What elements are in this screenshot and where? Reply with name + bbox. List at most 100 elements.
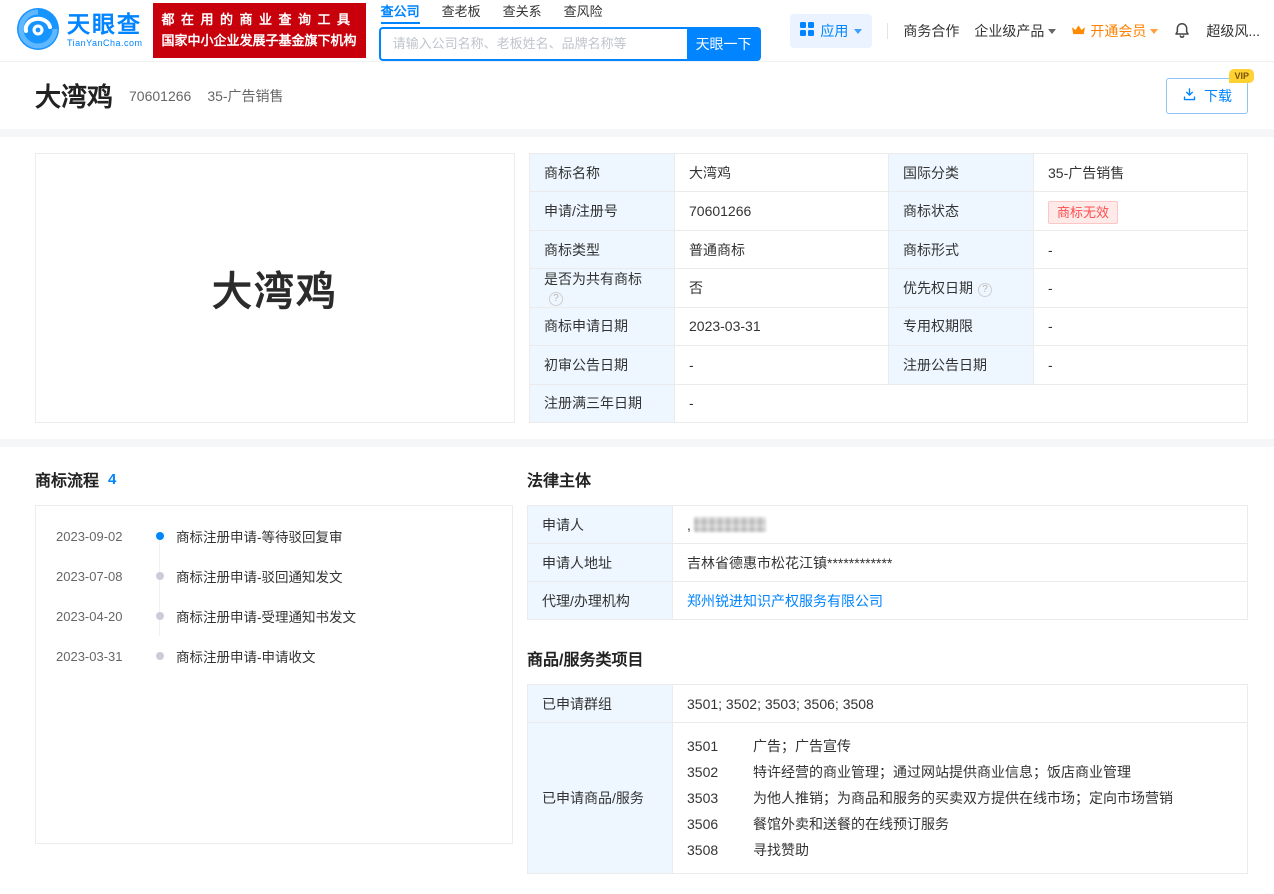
label-agency: 代理/办理机构 [528, 582, 673, 620]
chevron-down-icon [854, 29, 862, 34]
goods-services-table: 已申请群组 3501; 3502; 3503; 3506; 3508 已申请商品… [527, 684, 1248, 874]
nav-vip-label: 开通会员 [1090, 21, 1146, 41]
search-input[interactable] [379, 27, 687, 61]
apps-grid-icon [800, 22, 814, 39]
search-tab-boss[interactable]: 查老板 [442, 1, 481, 24]
table-row: 申请人地址 吉林省德惠市松花江镇************ [528, 544, 1248, 582]
goods-code: 3501 [687, 733, 753, 759]
label-three-year-date: 注册满三年日期 [530, 384, 675, 422]
timeline-text: 商标注册申请-等待驳回复审 [176, 526, 343, 546]
timeline-dot-icon [156, 572, 164, 580]
table-row: 是否为共有商标? 否 优先权日期? - [530, 269, 1248, 307]
search-tab-risk[interactable]: 查风险 [564, 1, 603, 24]
search-tabs: 查公司 查老板 查关系 查风险 [379, 1, 761, 24]
table-row: 已申请商品/服务 3501 广告；广告宣传 3502 特许经营的商业管理；通过网… [528, 723, 1248, 874]
label-priority-date: 优先权日期 [903, 280, 973, 296]
label-applicant-address: 申请人地址 [528, 544, 673, 582]
download-button[interactable]: 下载 VIP [1166, 78, 1248, 114]
search-block: 查公司 查老板 查关系 查风险 天眼一下 [379, 1, 761, 61]
lower-section: 商标流程 4 2023-09-02 商标注册申请-等待驳回复审 2023-07-… [0, 447, 1274, 894]
nav-enterprise-products[interactable]: 企业级产品 [974, 21, 1056, 41]
value-applicant-address: 吉林省德惠市松花江镇************ [673, 544, 1248, 582]
trademark-info-table: 商标名称 大湾鸡 国际分类 35-广告销售 申请/注册号 70601266 商标… [529, 153, 1248, 423]
table-row: 商标申请日期 2023-03-31 专用权期限 - [530, 307, 1248, 345]
timeline-item: 2023-03-31 商标注册申请-申请收文 [36, 646, 512, 666]
page-title-band: 大湾鸡 70601266 35-广告销售 下载 VIP [0, 62, 1274, 129]
section-divider [0, 129, 1274, 137]
value-apply-date: 2023-03-31 [675, 307, 889, 345]
timeline-date: 2023-07-08 [56, 569, 142, 584]
legal-entity-table: 申请人 , 申请人地址 吉林省德惠市松花江镇************ 代理/办理… [527, 505, 1248, 620]
value-reg-gazette-date: - [1034, 346, 1248, 384]
download-label: 下载 [1204, 86, 1232, 106]
help-icon[interactable]: ? [549, 292, 563, 306]
applicant-redacted [694, 517, 766, 532]
search-tab-relation[interactable]: 查关系 [503, 1, 542, 24]
nav-open-vip[interactable]: 开通会员 [1071, 21, 1158, 41]
table-row: 注册满三年日期 - [530, 384, 1248, 422]
agency-link[interactable]: 郑州锐进知识产权服务有限公司 [687, 593, 883, 609]
timeline-dot-icon [156, 612, 164, 620]
process-timeline-box: 2023-09-02 商标注册申请-等待驳回复审 2023-07-08 商标注册… [35, 505, 513, 844]
apps-menu[interactable]: 应用 [790, 14, 872, 48]
logo-subtitle: TianYanCha.com [67, 39, 143, 48]
timeline-date: 2023-03-31 [56, 649, 142, 664]
page-title: 大湾鸡 [35, 77, 113, 114]
label-trademark-name: 商标名称 [530, 154, 675, 192]
process-count: 4 [108, 471, 116, 488]
status-badge: 商标无效 [1048, 201, 1118, 224]
chevron-down-icon [1048, 29, 1056, 34]
table-row: 代理/办理机构 郑州锐进知识产权服务有限公司 [528, 582, 1248, 620]
nav-divider [887, 23, 888, 39]
label-applicant: 申请人 [528, 506, 673, 544]
timeline-dot-icon [156, 652, 164, 660]
trademark-process-panel: 商标流程 4 2023-09-02 商标注册申请-等待驳回复审 2023-07-… [35, 467, 513, 844]
table-row: 初审公告日期 - 注册公告日期 - [530, 346, 1248, 384]
value-priority-date: - [1034, 269, 1248, 307]
promo-banner: 都在用的商业查询工具 国家中小企业发展子基金旗下机构 [153, 3, 366, 59]
timeline-date: 2023-04-20 [56, 609, 142, 624]
crown-icon [1071, 23, 1086, 39]
label-first-gazette-date: 初审公告日期 [530, 346, 675, 384]
nav-super-risk[interactable]: 超级风... [1206, 21, 1260, 41]
section-divider [0, 439, 1274, 447]
nav-enterprise-label: 企业级产品 [974, 21, 1044, 41]
goods-code: 3503 [687, 785, 753, 811]
tianyancha-logo[interactable]: 天眼查 TianYanCha.com [16, 7, 143, 54]
promo-line2: 国家中小企业发展子基金旗下机构 [162, 31, 357, 52]
search-tab-company[interactable]: 查公司 [381, 1, 420, 24]
label-shared-trademark: 是否为共有商标 [544, 271, 642, 287]
process-title: 商标流程 [35, 467, 99, 491]
trademark-detail-section: 大湾鸡 商标名称 大湾鸡 国际分类 35-广告销售 申请/注册号 7060126… [0, 137, 1274, 439]
timeline-date: 2023-09-02 [56, 529, 142, 544]
timeline-item: 2023-04-20 商标注册申请-受理通知书发文 [36, 606, 512, 626]
goods-code: 3502 [687, 759, 753, 785]
tianyancha-logo-icon [16, 7, 60, 54]
vip-badge: VIP [1229, 69, 1254, 83]
table-row: 商标类型 普通商标 商标形式 - [530, 230, 1248, 268]
timeline-text: 商标注册申请-受理通知书发文 [176, 606, 356, 626]
promo-line1: 都在用的商业查询工具 [162, 10, 357, 31]
goods-code: 3508 [687, 837, 753, 863]
value-exclusive-term: - [1034, 307, 1248, 345]
goods-item: 3501 广告；广告宣传 [687, 733, 1233, 759]
label-trademark-form: 商标形式 [889, 230, 1034, 268]
timeline-item: 2023-09-02 商标注册申请-等待驳回复审 [36, 526, 512, 546]
label-reg-number: 申请/注册号 [530, 192, 675, 230]
label-trademark-type: 商标类型 [530, 230, 675, 268]
label-applied-goods: 已申请商品/服务 [528, 723, 673, 874]
label-exclusive-term: 专用权期限 [889, 307, 1034, 345]
trademark-reg-number: 70601266 [129, 88, 191, 104]
applicant-prefix: , [687, 517, 691, 533]
label-status: 商标状态 [889, 192, 1034, 230]
value-first-gazette-date: - [675, 346, 889, 384]
value-shared-trademark: 否 [675, 269, 889, 307]
value-three-year-date: - [675, 384, 1248, 422]
help-icon[interactable]: ? [978, 283, 992, 297]
table-row: 申请/注册号 70601266 商标状态 商标无效 [530, 192, 1248, 230]
search-button[interactable]: 天眼一下 [687, 27, 761, 61]
notifications-bell-icon[interactable] [1173, 21, 1191, 40]
legal-entity-title: 法律主体 [527, 467, 591, 491]
nav-business-cooperation[interactable]: 商务合作 [903, 21, 959, 41]
value-trademark-type: 普通商标 [675, 230, 889, 268]
